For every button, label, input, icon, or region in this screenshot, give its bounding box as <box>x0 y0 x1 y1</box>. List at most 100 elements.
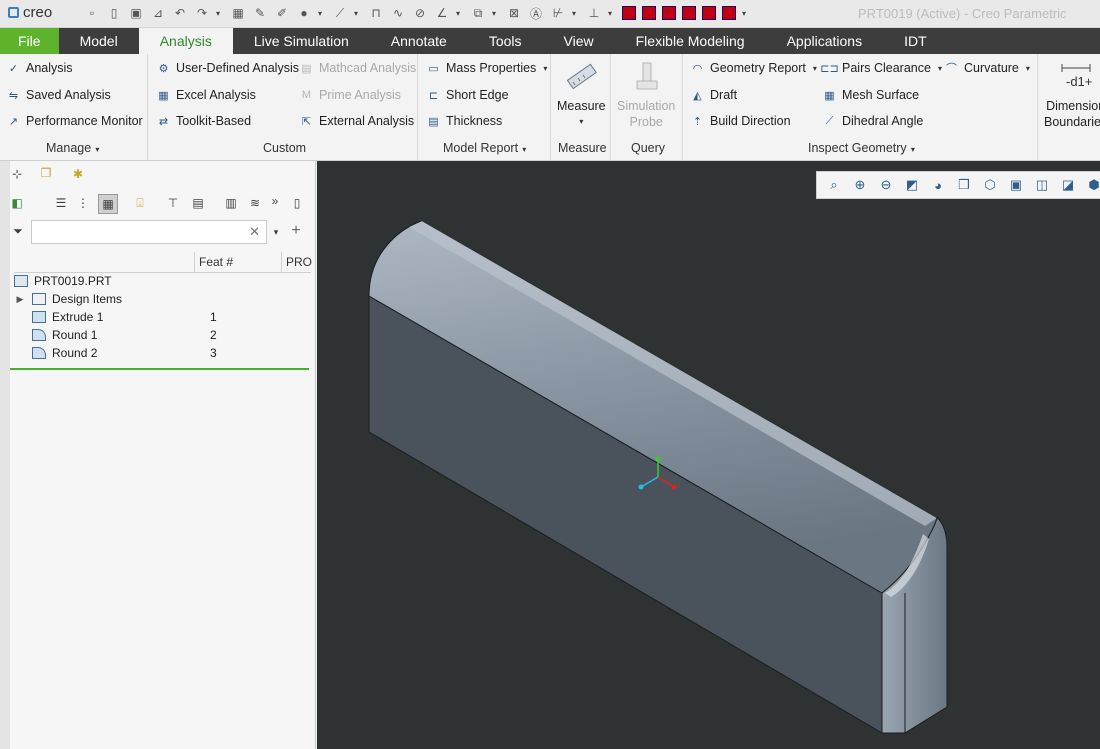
paint-icon[interactable]: ✐ <box>274 5 290 21</box>
mass-properties-button[interactable]: ▭ Mass Properties ▾ <box>426 58 547 78</box>
tab-analysis[interactable]: Analysis <box>138 28 233 54</box>
mass-properties-dropdown-icon[interactable]: ▾ <box>543 64 547 73</box>
datum-icon[interactable]: ⊓ <box>368 5 384 21</box>
draft-button[interactable]: ◭ Draft <box>690 85 737 105</box>
funnel-filter-icon[interactable]: ⏷ <box>9 222 27 240</box>
tab-view[interactable]: View <box>543 28 615 54</box>
curvature-dropdown-icon[interactable]: ▾ <box>1026 64 1030 73</box>
column-pro[interactable]: PRO <box>286 255 312 269</box>
pairs-clearance-dropdown-icon[interactable]: ▾ <box>938 64 942 73</box>
search-dropdown-icon[interactable]: ▾ <box>267 223 285 241</box>
tree-filter-icon[interactable]: ⊤ <box>164 194 182 212</box>
show-icon[interactable]: ⍗ <box>131 194 149 212</box>
new-icon[interactable]: ▯ <box>106 5 122 21</box>
group-inspect-geometry-label[interactable]: Inspect Geometry ▾ <box>808 141 915 155</box>
transform-dropdown-icon[interactable]: ▾ <box>492 9 500 18</box>
toolkit-based-button[interactable]: ⇄ Toolkit-Based <box>156 111 251 131</box>
mesh-surface-button[interactable]: ▦ Mesh Surface <box>822 85 919 105</box>
user-defined-analysis-button[interactable]: ⚙ User-Defined Analysis <box>156 58 299 78</box>
tree-row-extrude-1[interactable]: Extrude 1 1 <box>14 308 311 326</box>
open-folder-icon[interactable]: ⊿ <box>150 5 166 21</box>
document-icon[interactable]: ▯ <box>288 194 306 212</box>
undo-icon[interactable]: ↶ <box>172 5 188 21</box>
view-cube-icon-5[interactable] <box>702 6 716 20</box>
tree-columns-icon[interactable]: ⋮ <box>74 194 92 212</box>
tab-annotate[interactable]: Annotate <box>370 28 468 54</box>
stack-icon[interactable]: ≋ <box>246 194 264 212</box>
perpendicular-dropdown-icon[interactable]: ▾ <box>608 9 616 18</box>
external-analysis-button[interactable]: ⇱ External Analysis <box>299 111 414 131</box>
pairs-clearance-button[interactable]: ⊏⊐ Pairs Clearance ▾ <box>820 58 942 78</box>
geometry-report-dropdown-icon[interactable]: ▾ <box>813 64 817 73</box>
clear-search-icon[interactable]: ✕ <box>249 224 260 240</box>
annotation-icon[interactable]: Ⓐ <box>528 5 544 21</box>
tree-row-round-2[interactable]: Round 2 3 <box>14 344 311 362</box>
ruler-icon[interactable]: ⟋ <box>332 5 348 21</box>
folder-browser-icon[interactable]: ❐ <box>37 164 55 182</box>
tree-settings-icon[interactable]: ▦ <box>98 194 118 214</box>
tree-list-icon[interactable]: ☰ <box>52 194 70 212</box>
new-file-icon[interactable]: ▫ <box>84 5 100 21</box>
dihedral-angle-button[interactable]: ⟋ Dihedral Angle <box>822 111 924 131</box>
appearance-dropdown-icon[interactable]: ▾ <box>318 9 326 18</box>
tab-tools[interactable]: Tools <box>468 28 543 54</box>
view-cube-icon-1[interactable] <box>622 6 636 20</box>
view-cube-icon-3[interactable] <box>662 6 676 20</box>
sketch-icon[interactable]: ✎ <box>252 5 268 21</box>
insert-here-indicator[interactable] <box>10 368 309 370</box>
ruler-dropdown-icon[interactable]: ▾ <box>354 9 362 18</box>
layer-icon[interactable]: ▤ <box>189 194 207 212</box>
saved-analysis-button[interactable]: ⇋ Saved Analysis <box>6 85 111 105</box>
build-direction-button[interactable]: ⇡ Build Direction <box>690 111 791 131</box>
tree-row-design-items[interactable]: ▶ Design Items <box>14 290 311 308</box>
view-cube-icon-6[interactable] <box>722 6 736 20</box>
cube-icon[interactable]: ◧ <box>8 194 26 212</box>
tree-row-feat: 1 <box>210 310 217 324</box>
view-cube-icon-2[interactable] <box>642 6 656 20</box>
search-input[interactable] <box>36 222 250 244</box>
model-tree-tab-icon[interactable]: ⊹ <box>8 165 26 183</box>
redo-dropdown-icon[interactable]: ▾ <box>216 9 224 18</box>
analysis-button[interactable]: ✓ Analysis <box>6 58 73 78</box>
expand-arrow-icon[interactable]: ▶ <box>14 294 26 305</box>
save-icon[interactable]: ▣ <box>128 5 144 21</box>
favorites-icon[interactable]: ✱ <box>69 165 87 183</box>
angle-dropdown-icon[interactable]: ▾ <box>456 9 464 18</box>
constraint-dropdown-icon[interactable]: ▾ <box>572 9 580 18</box>
details-icon[interactable]: ▥ <box>222 194 240 212</box>
redo-icon[interactable]: ↷ <box>194 5 210 21</box>
tree-row-part[interactable]: PRT0019.PRT <box>14 272 311 290</box>
measure-button[interactable]: Measure ▾ <box>557 60 606 130</box>
tab-file[interactable]: File <box>0 28 59 54</box>
angle-icon[interactable]: ∠ <box>434 5 450 21</box>
graphics-window[interactable]: ⌕ ⊕ ⊖ ◩ ◕ ❒ ⬡ ▣ ◫ ◪ ⬢ <box>317 161 1100 749</box>
group-model-report-label[interactable]: Model Report ▾ <box>443 141 526 155</box>
tab-idt[interactable]: IDT <box>883 28 948 54</box>
performance-monitor-button[interactable]: ↗ Performance Monitor <box>6 111 143 131</box>
close-window-icon[interactable]: ⊠ <box>506 5 522 21</box>
tree-row-round-1[interactable]: Round 1 2 <box>14 326 311 344</box>
geometry-report-button[interactable]: ◠ Geometry Report ▾ <box>690 58 817 78</box>
short-edge-button[interactable]: ⊏ Short Edge <box>426 85 509 105</box>
regenerate-icon[interactable]: ▦ <box>230 5 246 21</box>
qat-customize-icon[interactable]: ▾ <box>742 9 750 18</box>
tab-model[interactable]: Model <box>59 28 139 54</box>
excel-analysis-button[interactable]: ▦ Excel Analysis <box>156 85 256 105</box>
appearance-sphere-icon[interactable]: ● <box>296 5 312 21</box>
constraint-icon[interactable]: ⊬ <box>550 5 566 21</box>
perpendicular-icon[interactable]: ⊥ <box>586 5 602 21</box>
add-column-icon[interactable]: + <box>287 222 305 240</box>
more-icon[interactable]: » <box>266 192 284 210</box>
tab-applications[interactable]: Applications <box>766 28 884 54</box>
tab-live-simulation[interactable]: Live Simulation <box>233 28 370 54</box>
thickness-button[interactable]: ▤ Thickness <box>426 111 502 131</box>
curve-icon[interactable]: ∿ <box>390 5 406 21</box>
transform-icon[interactable]: ⧉ <box>470 5 486 21</box>
dimension-boundaries-button[interactable]: -d1+ Dimension Boundaries <box>1044 60 1100 130</box>
view-cube-icon-4[interactable] <box>682 6 696 20</box>
tab-flexible-modeling[interactable]: Flexible Modeling <box>615 28 766 54</box>
circle-icon[interactable]: ⊘ <box>412 5 428 21</box>
curvature-button[interactable]: ⌒ Curvature ▾ <box>944 58 1030 78</box>
column-feat-number[interactable]: Feat # <box>199 255 233 269</box>
group-manage-label[interactable]: Manage ▾ <box>46 141 99 155</box>
